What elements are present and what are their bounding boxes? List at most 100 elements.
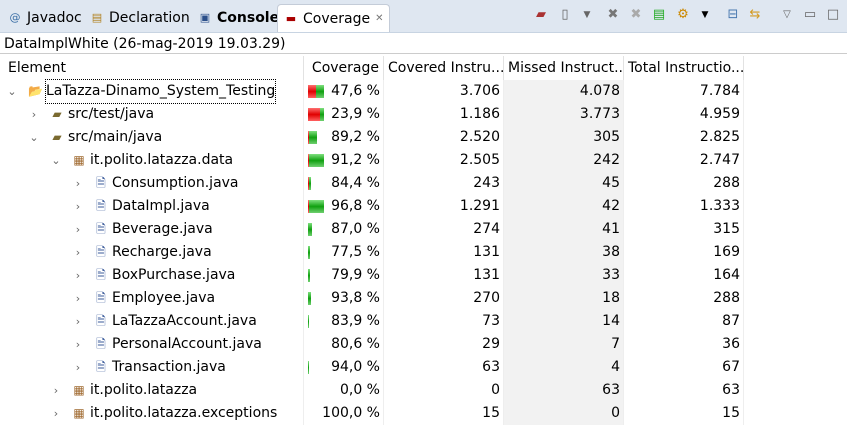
missed-instructions-cell: 41 <box>504 218 624 241</box>
element-cell: › 🗎 DataImpl.java <box>0 195 304 218</box>
table-row[interactable]: › 🗎 LaTazzaAccount.java 83,9 % 73 14 87 <box>0 310 744 333</box>
coverage-bar <box>308 108 324 121</box>
coverage-percent: 80,6 % <box>331 336 380 352</box>
total-instructions-cell: 36 <box>624 333 744 356</box>
chevron-right-icon[interactable]: › <box>72 241 84 264</box>
tab-coverage[interactable]: ▬ Coverage ✕ <box>277 4 391 33</box>
coverage-bar <box>308 131 318 144</box>
column-header-element[interactable]: Element <box>0 56 304 80</box>
covered-instructions-cell: 15 <box>384 402 504 425</box>
column-header-covered[interactable]: Covered Instru... <box>384 56 504 80</box>
missed-instructions-cell: 18 <box>504 287 624 310</box>
chevron-down-icon[interactable]: ⌄ <box>50 149 62 172</box>
total-instructions-cell: 87 <box>624 310 744 333</box>
session-settings-icon[interactable]: ⚙ <box>674 7 692 23</box>
table-row[interactable]: ⌄ ▦ it.polito.latazza.data 91,2 % 2.505 242 2.… <box>0 149 744 172</box>
coverage-cell: 83,9 % <box>304 310 384 333</box>
chevron-right-icon[interactable]: › <box>50 402 62 425</box>
element-name: it.polito.latazza <box>90 382 198 398</box>
dropdown-icon[interactable]: ▼ <box>578 7 596 23</box>
close-icon[interactable]: ✕ <box>375 5 383 33</box>
table-row[interactable]: › 🗎 PersonalAccount.java 80,6 % 29 7 36 <box>0 333 744 356</box>
coverage-cell: 80,6 % <box>304 333 384 356</box>
chevron-right-icon[interactable]: › <box>72 172 84 195</box>
element-cell: ⌄ ▰ src/main/java <box>0 126 304 149</box>
element-name: Beverage.java <box>112 221 213 237</box>
table-row[interactable]: › 🗎 Beverage.java 87,0 % 274 41 315 <box>0 218 744 241</box>
remove-session-icon[interactable]: ✖ <box>604 7 622 23</box>
table-row[interactable]: › ▦ it.polito.latazza.exceptions 100,0 % 15 0… <box>0 402 744 425</box>
coverage-percent: 23,9 % <box>331 106 380 122</box>
chevron-right-icon[interactable]: › <box>72 264 84 287</box>
missed-instructions-cell: 3.773 <box>504 103 624 126</box>
covered-instructions-cell: 131 <box>384 264 504 287</box>
chevron-right-icon[interactable]: › <box>50 379 62 402</box>
missed-instructions-cell: 4.078 <box>504 80 624 103</box>
table-row[interactable]: › 🗎 BoxPurchase.java 79,9 % 131 33 164 <box>0 264 744 287</box>
coverage-percent: 79,9 % <box>331 267 380 283</box>
coverage-cell: 87,0 % <box>304 218 384 241</box>
element-cell: › 🗎 Employee.java <box>0 287 304 310</box>
missed-instructions-cell: 45 <box>504 172 624 195</box>
element-cell: › 🗎 Consumption.java <box>0 172 304 195</box>
column-header-coverage[interactable]: Coverage <box>304 56 384 80</box>
table-row[interactable]: › ▰ src/test/java 23,9 % 1.186 3.773 4.959 <box>0 103 744 126</box>
table-row[interactable]: ⌄ ▰ src/main/java 89,2 % 2.520 305 2.825 <box>0 126 744 149</box>
column-header-missed[interactable]: Missed Instruct... <box>504 56 624 80</box>
missed-instructions-cell: 305 <box>504 126 624 149</box>
coverage-bar <box>308 177 312 190</box>
table-row[interactable]: › 🗎 Consumption.java 84,4 % 243 45 288 <box>0 172 744 195</box>
tab-console[interactable]: ▣ Console <box>192 4 285 32</box>
minimize-icon[interactable]: ▭ <box>801 7 819 23</box>
covered-bar-segment <box>308 246 311 259</box>
coverage-percent: 77,5 % <box>331 244 380 260</box>
coverage-percent: 93,8 % <box>331 290 380 306</box>
coverage-cell: 96,8 % <box>304 195 384 218</box>
chevron-right-icon[interactable]: › <box>72 287 84 310</box>
remove-all-sessions-icon[interactable]: ✖ <box>627 7 645 23</box>
collapse-all-icon[interactable]: ⊟ <box>724 7 742 23</box>
column-header-total[interactable]: Total Instructio... <box>624 56 744 80</box>
java-file-icon: 🗎 <box>96 268 106 282</box>
coverage-percent: 84,4 % <box>331 175 380 191</box>
link-with-editor-icon[interactable]: ⇆ <box>746 7 764 23</box>
total-instructions-cell: 169 <box>624 241 744 264</box>
view-menu-icon[interactable]: ▽ <box>778 7 796 23</box>
element-cell: › ▦ it.polito.latazza.exceptions <box>0 402 304 425</box>
chevron-right-icon[interactable]: › <box>72 333 84 356</box>
coverage-bar <box>308 361 309 374</box>
table-row[interactable]: › 🗎 Recharge.java 77,5 % 131 38 169 <box>0 241 744 264</box>
chevron-right-icon[interactable]: › <box>72 195 84 218</box>
covered-bar-segment <box>308 200 324 213</box>
dropdown-icon[interactable]: ▼ <box>696 7 714 23</box>
chevron-right-icon[interactable]: › <box>72 218 84 241</box>
tab-javadoc[interactable]: @ Javadoc <box>2 4 88 32</box>
total-instructions-cell: 4.959 <box>624 103 744 126</box>
maximize-icon[interactable]: □ <box>824 7 842 23</box>
java-file-icon: 🗎 <box>96 176 106 190</box>
import-session-icon[interactable]: ▯ <box>556 7 574 23</box>
chevron-down-icon[interactable]: ⌄ <box>28 126 40 149</box>
java-file-icon: 🗎 <box>96 199 106 213</box>
covered-instructions-cell: 1.291 <box>384 195 504 218</box>
merge-sessions-icon[interactable]: ▤ <box>650 7 668 23</box>
table-row[interactable]: › 🗎 Transaction.java 94,0 % 63 4 67 <box>0 356 744 379</box>
coverage-percent: 87,0 % <box>331 221 380 237</box>
source-folder-icon: ▰ <box>52 130 62 144</box>
chevron-right-icon[interactable]: › <box>28 103 40 126</box>
total-instructions-cell: 164 <box>624 264 744 287</box>
table-row[interactable]: › 🗎 DataImpl.java 96,8 % 1.291 42 1.333 <box>0 195 744 218</box>
element-cell: › ▦ it.polito.latazza <box>0 379 304 402</box>
coverage-bar <box>308 246 311 259</box>
table-row[interactable]: › 🗎 Employee.java 93,8 % 270 18 288 <box>0 287 744 310</box>
chevron-down-icon[interactable]: ⌄ <box>6 80 18 103</box>
table-row[interactable]: ⌄ 📂 LaTazza-Dinamo_System_Testing 47,6 % 3.7… <box>0 79 744 104</box>
coverage-percent: 100,0 % <box>322 405 380 421</box>
chevron-right-icon[interactable]: › <box>72 356 84 379</box>
tab-declaration[interactable]: ▤ Declaration <box>84 4 196 32</box>
relaunch-icon[interactable]: ▰ <box>532 7 550 23</box>
chevron-right-icon[interactable]: › <box>72 310 84 333</box>
covered-instructions-cell: 73 <box>384 310 504 333</box>
covered-instructions-cell: 1.186 <box>384 103 504 126</box>
table-row[interactable]: › ▦ it.polito.latazza 0,0 % 0 63 63 <box>0 379 744 402</box>
